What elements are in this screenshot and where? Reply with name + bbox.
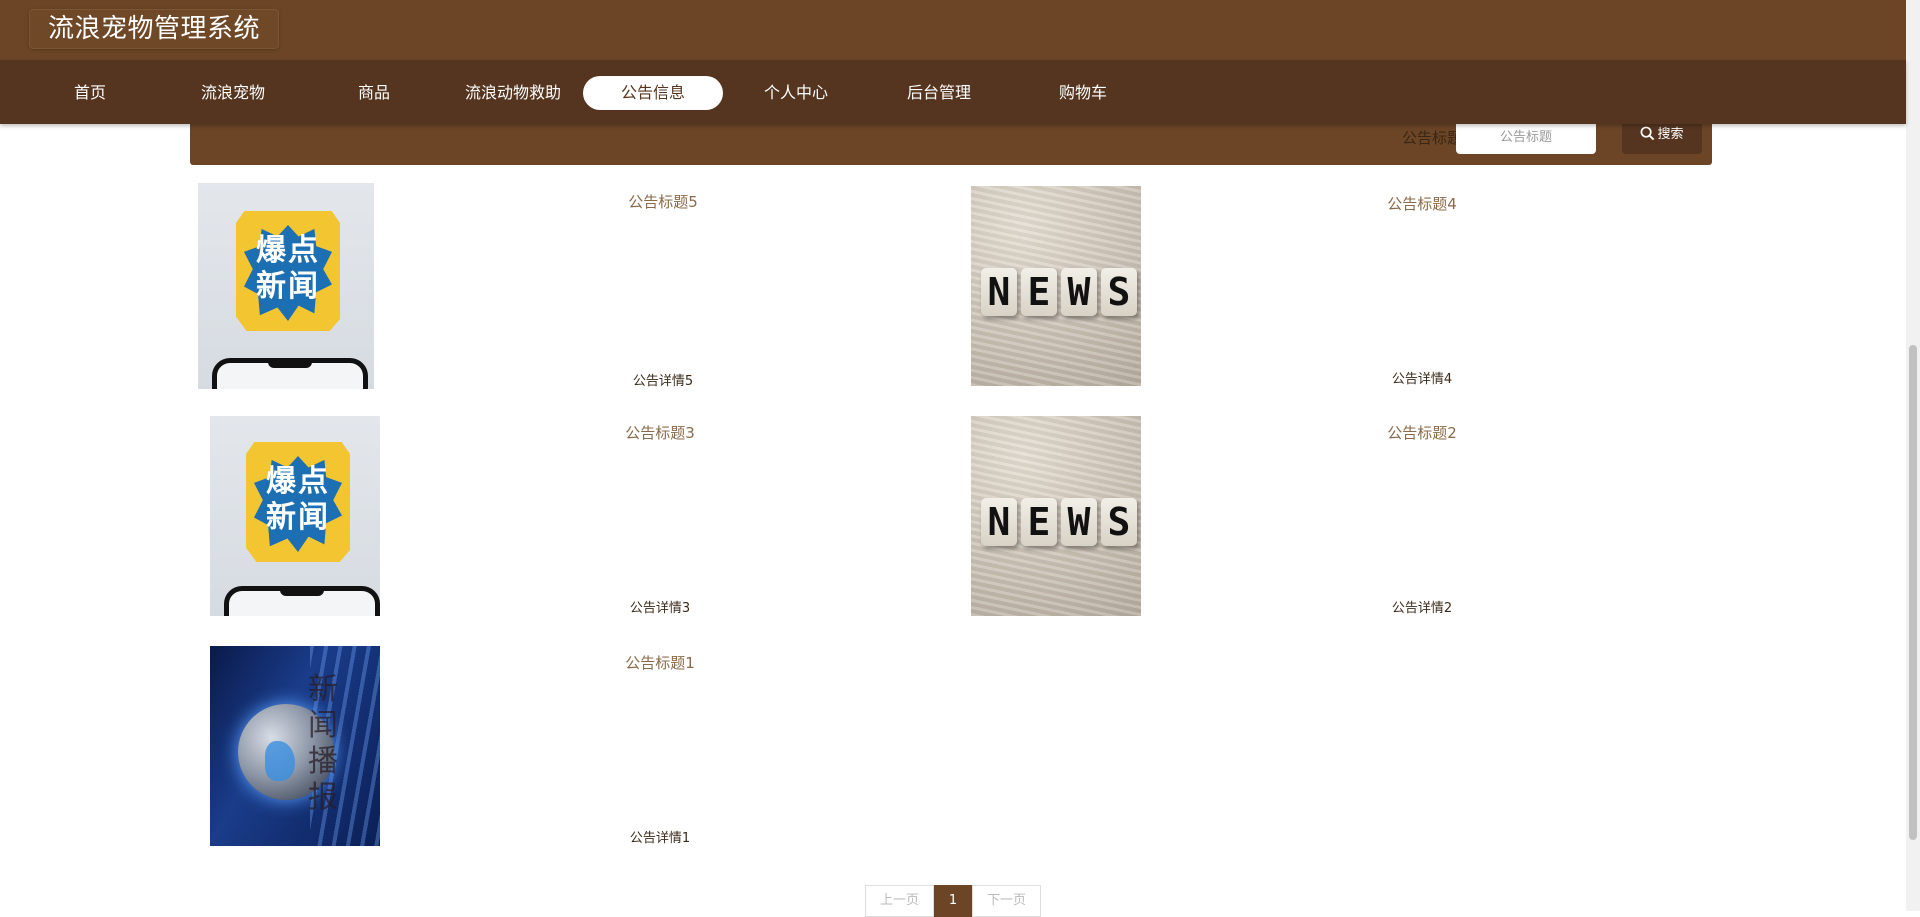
nav-item-rescue[interactable]: 流浪动物救助 xyxy=(442,76,584,110)
phone-graphic xyxy=(224,586,380,616)
nav-item-announcements[interactable]: 公告信息 xyxy=(583,76,723,110)
thumb-text-line1: 爆点 xyxy=(256,233,320,268)
news-item[interactable]: 新闻播报 公告标题1 公告详情1 xyxy=(198,646,958,856)
news-thumbnail[interactable]: 爆点 新闻 xyxy=(210,416,380,616)
search-input[interactable] xyxy=(1456,120,1596,154)
news-detail: 公告详情1 xyxy=(629,831,691,846)
nav-item-personal-center[interactable]: 个人中心 xyxy=(726,76,866,110)
badge-graphic: 爆点 新闻 xyxy=(236,211,340,331)
page-scrollbar[interactable] xyxy=(1906,0,1920,911)
news-detail: 公告详情4 xyxy=(1391,372,1453,387)
nav-item-products[interactable]: 商品 xyxy=(304,76,444,110)
news-detail: 公告详情2 xyxy=(1391,601,1453,616)
news-item[interactable]: N E W S 公告标题2 公告详情2 xyxy=(970,416,1730,626)
search-button-label: 搜索 xyxy=(1657,127,1684,142)
nav-item-home[interactable]: 首页 xyxy=(20,76,160,110)
thumb-vertical-text: 新闻播报 xyxy=(308,672,338,815)
news-cube: W xyxy=(1061,498,1097,546)
pagination: 上一页 1 下一页 xyxy=(865,885,1042,917)
news-cube: N xyxy=(981,498,1017,546)
news-thumbnail[interactable]: 新闻播报 xyxy=(210,646,380,846)
current-page[interactable]: 1 xyxy=(934,885,973,917)
phone-graphic xyxy=(212,358,368,389)
nav-item-stray-pets[interactable]: 流浪宠物 xyxy=(163,76,303,110)
search-label: 公告标题 xyxy=(1401,129,1462,147)
prev-page-button[interactable]: 上一页 xyxy=(865,885,935,917)
search-bar: 公告标题 搜索 xyxy=(190,116,1712,165)
news-title[interactable]: 公告标题2 xyxy=(1322,422,1522,443)
thumb-text-line2: 新闻 xyxy=(256,269,320,304)
scrollbar-thumb[interactable] xyxy=(1909,345,1917,840)
news-title[interactable]: 公告标题5 xyxy=(563,191,763,212)
news-cube: S xyxy=(1101,498,1137,546)
news-cube: N xyxy=(981,268,1017,316)
news-detail: 公告详情3 xyxy=(629,601,691,616)
news-title[interactable]: 公告标题1 xyxy=(560,652,760,673)
news-item[interactable]: N E W S 公告标题4 公告详情4 xyxy=(970,186,1730,396)
news-item[interactable]: 爆点 新闻 公告标题3 公告详情3 xyxy=(198,416,958,626)
thumb-text-line1: 爆点 xyxy=(266,464,330,499)
news-cube: E xyxy=(1021,268,1057,316)
app-title[interactable]: 流浪宠物管理系统 xyxy=(30,10,279,48)
news-thumbnail[interactable]: 爆点 新闻 xyxy=(198,183,374,389)
news-cube: S xyxy=(1101,268,1137,316)
main-nav: 首页 流浪宠物 商品 流浪动物救助 公告信息 个人中心 后台管理 购物车 xyxy=(0,60,1906,124)
news-cube: E xyxy=(1021,498,1057,546)
news-cube: W xyxy=(1061,268,1097,316)
news-detail: 公告详情5 xyxy=(632,374,694,389)
news-thumbnail[interactable]: N E W S xyxy=(971,416,1141,616)
badge-graphic: 爆点 新闻 xyxy=(246,442,350,562)
news-thumbnail[interactable]: N E W S xyxy=(971,186,1141,386)
top-header: 流浪宠物管理系统 xyxy=(0,0,1906,60)
thumb-text-line2: 新闻 xyxy=(266,500,330,535)
nav-item-cart[interactable]: 购物车 xyxy=(1013,76,1153,110)
next-page-button[interactable]: 下一页 xyxy=(972,885,1042,917)
search-icon xyxy=(1641,126,1655,141)
nav-item-admin[interactable]: 后台管理 xyxy=(869,76,1009,110)
news-title[interactable]: 公告标题4 xyxy=(1322,193,1522,214)
news-item[interactable]: 爆点 新闻 公告标题5 公告详情5 xyxy=(198,183,958,393)
news-title[interactable]: 公告标题3 xyxy=(560,422,760,443)
